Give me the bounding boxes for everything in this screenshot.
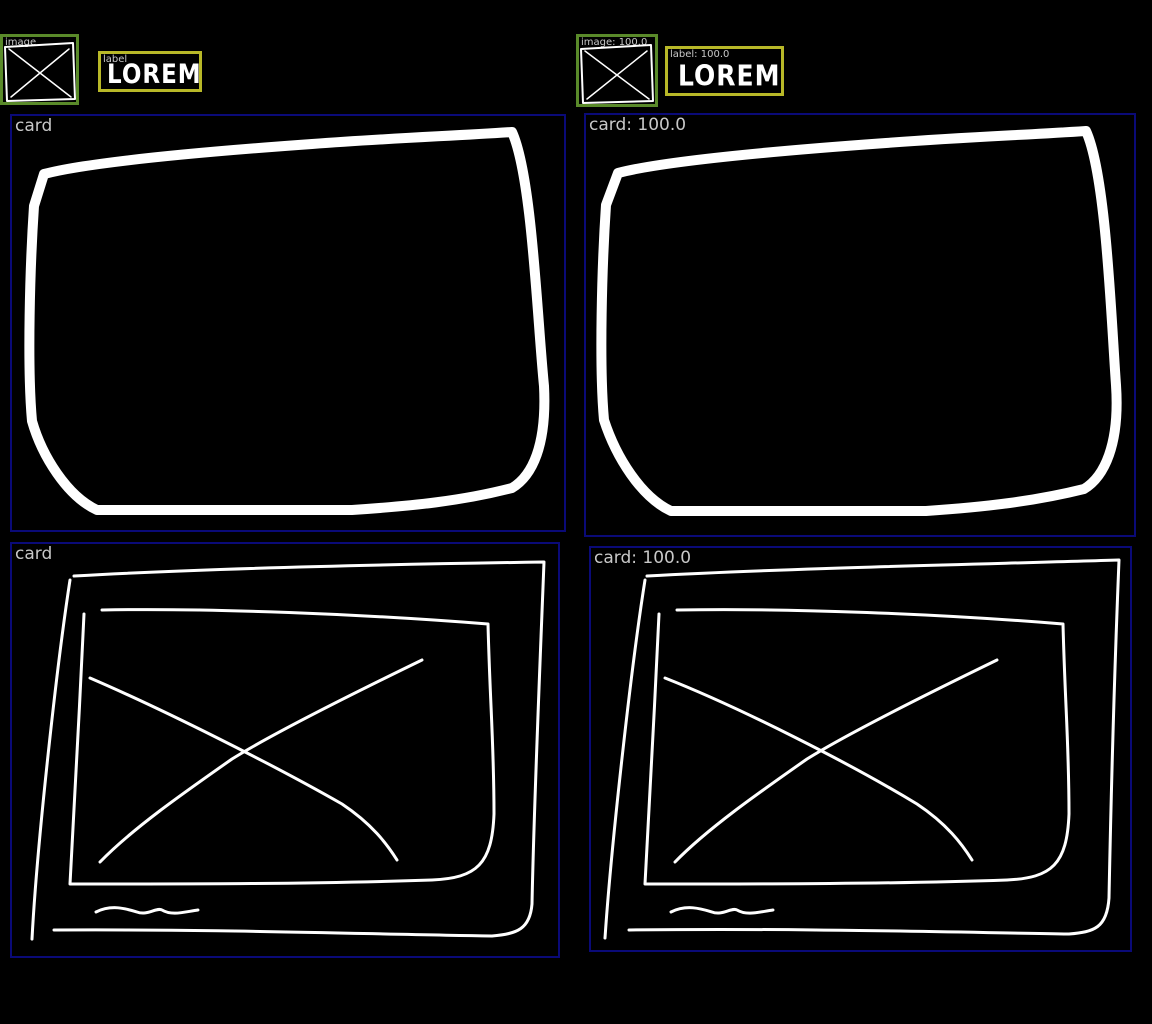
label-text: LOREM	[678, 58, 781, 93]
image-detection-box: image: 100.0	[576, 34, 658, 107]
card-top: card	[10, 114, 566, 532]
image-card-sketch	[603, 558, 1121, 940]
image-placeholder-sketch	[4, 42, 76, 102]
label-detection-box: label: 100.0 LOREM	[665, 46, 784, 96]
card-outline-sketch	[596, 126, 1122, 516]
image-card-sketch	[30, 560, 546, 941]
card-bottom: card	[10, 542, 560, 958]
label-detection-box: label LOREM	[98, 51, 202, 92]
image-detection-box: image	[0, 34, 79, 105]
card-top: card: 100.0	[584, 113, 1136, 537]
label-text: LOREM	[107, 59, 202, 90]
image-placeholder-sketch	[580, 44, 654, 104]
card-bottom: card: 100.0	[589, 546, 1132, 952]
card-outline-sketch	[24, 127, 550, 515]
